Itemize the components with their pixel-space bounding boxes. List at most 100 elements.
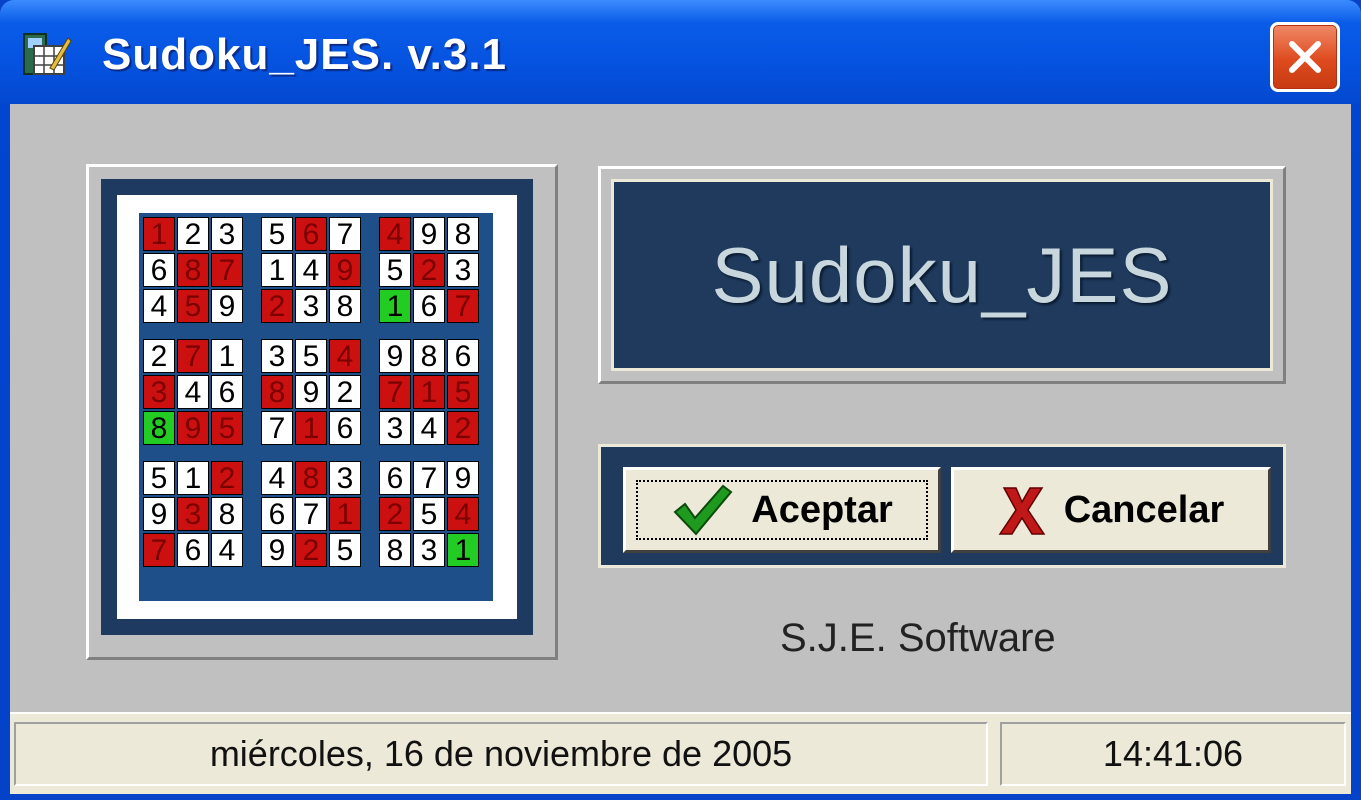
sudoku-cell: 7	[447, 289, 479, 323]
sudoku-cell: 8	[143, 411, 175, 445]
sudoku-cell: 3	[413, 533, 445, 567]
sudoku-cell: 4	[177, 375, 209, 409]
sudoku-cell: 1	[295, 411, 327, 445]
sudoku-cell: 8	[295, 461, 327, 495]
sudoku-cell: 2	[211, 461, 243, 495]
sudoku-cell: 5	[211, 411, 243, 445]
sudoku-cell: 7	[295, 497, 327, 531]
x-cross-icon	[998, 487, 1046, 535]
close-icon	[1289, 41, 1321, 73]
sudoku-cell: 9	[447, 461, 479, 495]
cancel-button-label: Cancelar	[1063, 488, 1225, 531]
status-bar: miércoles, 16 de noviembre de 2005 14:41…	[10, 712, 1351, 794]
sudoku-cell: 1	[143, 217, 175, 251]
sudoku-cell: 7	[261, 411, 293, 445]
sudoku-cell: 3	[379, 411, 411, 445]
sudoku-cell: 8	[211, 497, 243, 531]
accept-button[interactable]: Aceptar	[623, 467, 941, 553]
sudoku-cell: 7	[329, 217, 361, 251]
sudoku-cell: 2	[329, 375, 361, 409]
sudoku-cell: 1	[177, 461, 209, 495]
app-window: Sudoku_JES. v.3.1 1235674986871495234592…	[0, 0, 1361, 800]
sudoku-cell: 2	[447, 411, 479, 445]
status-time: 14:41:06	[1000, 722, 1346, 786]
sudoku-cell: 5	[177, 289, 209, 323]
sudoku-cell: 7	[143, 533, 175, 567]
sudoku-preview-background: 1235674986871495234592381672713549863468…	[117, 195, 517, 619]
sudoku-cell: 6	[329, 411, 361, 445]
sudoku-cell: 5	[295, 339, 327, 373]
sudoku-cell: 9	[379, 339, 411, 373]
sudoku-cell: 8	[447, 217, 479, 251]
sudoku-cell: 4	[447, 497, 479, 531]
sudoku-cell: 3	[295, 289, 327, 323]
sudoku-cell: 4	[261, 461, 293, 495]
button-panel: Aceptar Cancelar	[598, 444, 1286, 568]
sudoku-cell: 6	[261, 497, 293, 531]
sudoku-cell: 4	[211, 533, 243, 567]
cancel-button[interactable]: Cancelar	[951, 467, 1271, 553]
sudoku-preview-border: 1235674986871495234592381672713549863468…	[101, 179, 533, 635]
banner-background: Sudoku_JES	[611, 179, 1273, 371]
sudoku-cell: 4	[295, 253, 327, 287]
sudoku-cell: 8	[379, 533, 411, 567]
sudoku-cell: 7	[413, 461, 445, 495]
sudoku-cell: 3	[177, 497, 209, 531]
sudoku-preview-frame: 1235674986871495234592381672713549863468…	[86, 164, 558, 660]
sudoku-cell: 2	[295, 533, 327, 567]
sudoku-cell: 2	[143, 339, 175, 373]
sudoku-cell: 6	[177, 533, 209, 567]
status-date: miércoles, 16 de noviembre de 2005	[14, 722, 988, 786]
sudoku-cell: 4	[413, 411, 445, 445]
sudoku-cell: 2	[261, 289, 293, 323]
window-title: Sudoku_JES. v.3.1	[102, 30, 508, 79]
close-button[interactable]	[1270, 22, 1340, 92]
banner-title: Sudoku_JES	[711, 230, 1173, 319]
sudoku-cell: 1	[211, 339, 243, 373]
sudoku-cell: 5	[379, 253, 411, 287]
sudoku-cell: 4	[329, 339, 361, 373]
sudoku-cell: 5	[329, 533, 361, 567]
sudoku-cell: 4	[379, 217, 411, 251]
sudoku-cell: 2	[177, 217, 209, 251]
sudoku-app-icon	[23, 33, 72, 75]
dialog-client-area: 1235674986871495234592381672713549863468…	[10, 104, 1351, 794]
sudoku-cell: 1	[261, 253, 293, 287]
sudoku-cell: 1	[329, 497, 361, 531]
sudoku-cell: 1	[379, 289, 411, 323]
sudoku-cell: 7	[177, 339, 209, 373]
sudoku-cell: 4	[143, 289, 175, 323]
sudoku-cell: 8	[177, 253, 209, 287]
sudoku-cell: 1	[413, 375, 445, 409]
sudoku-cell: 9	[261, 533, 293, 567]
sudoku-cell: 3	[329, 461, 361, 495]
banner-panel: Sudoku_JES	[598, 166, 1286, 384]
sudoku-cell: 5	[143, 461, 175, 495]
sudoku-cell: 3	[143, 375, 175, 409]
sudoku-cell: 9	[211, 289, 243, 323]
sudoku-cell: 2	[379, 497, 411, 531]
sudoku-cell: 9	[329, 253, 361, 287]
sudoku-cell: 9	[413, 217, 445, 251]
sudoku-cell: 6	[413, 289, 445, 323]
sudoku-cell: 6	[295, 217, 327, 251]
sudoku-cell: 7	[211, 253, 243, 287]
title-bar[interactable]: Sudoku_JES. v.3.1	[0, 0, 1361, 104]
sudoku-cell: 3	[211, 217, 243, 251]
sudoku-cell: 1	[447, 533, 479, 567]
sudoku-cell: 3	[261, 339, 293, 373]
sudoku-cell: 6	[211, 375, 243, 409]
sudoku-cell: 8	[329, 289, 361, 323]
sudoku-cell: 5	[447, 375, 479, 409]
sudoku-cell: 5	[261, 217, 293, 251]
sudoku-cell: 7	[379, 375, 411, 409]
sudoku-cell: 5	[413, 497, 445, 531]
sudoku-cell: 6	[447, 339, 479, 373]
sudoku-cell: 8	[413, 339, 445, 373]
sudoku-cell: 8	[261, 375, 293, 409]
sudoku-cell: 3	[447, 253, 479, 287]
focus-rectangle	[636, 480, 928, 540]
sudoku-cell: 9	[295, 375, 327, 409]
sudoku-cell: 9	[177, 411, 209, 445]
sudoku-cell: 9	[143, 497, 175, 531]
